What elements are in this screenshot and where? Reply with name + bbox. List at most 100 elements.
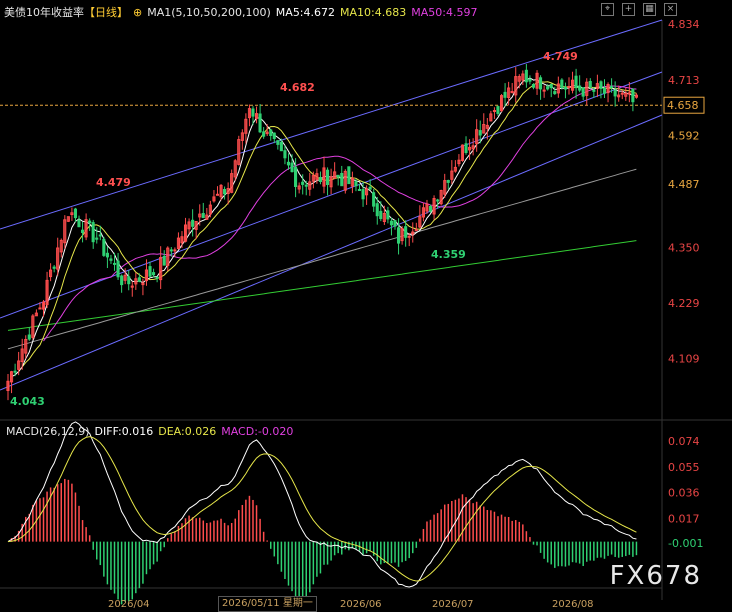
candle-body — [510, 91, 514, 93]
candle-body — [620, 92, 624, 95]
candle-body — [528, 78, 532, 82]
crosshair-date: 2026/05/11 星期一 — [218, 596, 317, 612]
candle-body — [251, 108, 255, 117]
settings-icon[interactable]: ⊕ — [133, 6, 142, 19]
candle-body — [354, 181, 358, 187]
candle-body — [223, 189, 227, 195]
channel-line — [0, 71, 663, 319]
candle-body — [631, 88, 635, 103]
candle-body — [77, 219, 81, 228]
macd-tick-label: 0.017 — [668, 513, 700, 526]
candle-body — [347, 166, 351, 185]
candle-body — [602, 87, 607, 94]
candle-body — [73, 208, 78, 219]
candle-body — [279, 141, 283, 152]
candle-body — [574, 75, 578, 89]
candle-body — [503, 91, 507, 98]
date-tick-label: 2026/06 — [340, 599, 382, 610]
grid-icon[interactable]: ▦ — [643, 3, 656, 16]
ma5-value: MA5:4.672 — [275, 6, 336, 19]
ma50-line — [43, 85, 637, 342]
candle-body — [81, 229, 85, 233]
candle-body — [127, 276, 131, 285]
close-icon[interactable]: × — [664, 3, 677, 16]
candle-body — [393, 220, 397, 227]
candle-body — [375, 203, 379, 217]
candle-body — [357, 189, 361, 191]
candle-body — [95, 237, 99, 240]
candle-body — [368, 186, 372, 190]
candle-body — [464, 143, 468, 154]
macd-diff-line — [7, 421, 637, 588]
price-tick-label: 4.592 — [668, 130, 700, 143]
candle-body — [539, 77, 543, 90]
add-icon[interactable]: + — [622, 3, 635, 16]
candle-body — [109, 258, 113, 261]
price-annotation: 4.749 — [543, 50, 578, 63]
candle-body — [215, 193, 219, 196]
ma100-line — [7, 168, 637, 350]
candle-body — [429, 206, 433, 212]
candle-body — [372, 192, 376, 207]
watermark-logo: FX678 — [609, 561, 702, 591]
candle-body — [549, 84, 553, 89]
candle-body — [152, 272, 156, 276]
candle-body — [531, 84, 536, 88]
crosshair-icon[interactable]: ⌖ — [601, 3, 614, 16]
candle-body — [98, 234, 102, 237]
candle-body — [553, 91, 557, 95]
price-tick-label: 4.713 — [668, 74, 700, 87]
ma5-line — [11, 77, 637, 377]
chart-header: 美债10年收益率【日线】 ⊕ MA1(5,10,50,200,100) MA5:4.6… — [4, 4, 482, 20]
ma10-value: MA10:4.683 — [340, 6, 407, 19]
price-annotation: 4.479 — [96, 176, 131, 189]
candle-body — [88, 220, 92, 224]
candle-body — [340, 173, 344, 187]
candle-body — [148, 266, 152, 277]
macd-tick-label: 0.055 — [668, 461, 700, 474]
candle-body — [496, 106, 500, 114]
candle-body — [326, 169, 330, 185]
candle-body — [283, 150, 287, 159]
candle-body — [162, 255, 166, 266]
candle-body — [294, 166, 298, 188]
candle-body — [155, 276, 159, 279]
macd-dea: DEA:0.026 — [158, 425, 217, 438]
candle-body — [361, 189, 365, 200]
candle-body — [258, 113, 262, 133]
candle-body — [336, 174, 340, 178]
candle-body — [113, 262, 117, 265]
candle-body — [478, 130, 482, 136]
candle-body — [407, 235, 411, 238]
macd-dea-line — [7, 436, 637, 582]
candle-body — [116, 260, 120, 278]
candle-body — [386, 210, 390, 220]
price-annotation: 4.359 — [431, 248, 466, 261]
date-tick-label: 2026/08 — [552, 599, 594, 610]
candle-body — [627, 92, 631, 95]
candle-body — [599, 81, 603, 89]
candle-body — [13, 370, 17, 373]
macd-tick-label: 0.074 — [668, 435, 700, 448]
candle-body — [436, 199, 440, 202]
candle-body — [379, 210, 383, 219]
candle-body — [563, 86, 568, 90]
macd-tick-label: 0.036 — [668, 487, 700, 500]
macd-diff: DIFF:0.016 — [94, 425, 154, 438]
candle-body — [581, 87, 585, 97]
candle-body — [276, 140, 280, 145]
date-tick-label: 2026/07 — [432, 599, 474, 610]
current-price-label: 4.658 — [667, 99, 699, 112]
candle-body — [301, 181, 305, 185]
macd-params: MACD(26,12,9) — [6, 425, 90, 438]
price-tick-label: 4.487 — [668, 178, 700, 191]
candle-body — [318, 177, 322, 182]
candle-body — [592, 89, 596, 92]
candle-body — [201, 213, 205, 219]
candle-body — [446, 180, 450, 183]
candle-body — [52, 266, 56, 269]
candle-body — [567, 86, 571, 88]
price-annotation: 4.043 — [10, 395, 45, 408]
ma50-value: MA50:4.597 — [411, 6, 478, 19]
period-label[interactable]: 【日线】 — [84, 6, 128, 19]
